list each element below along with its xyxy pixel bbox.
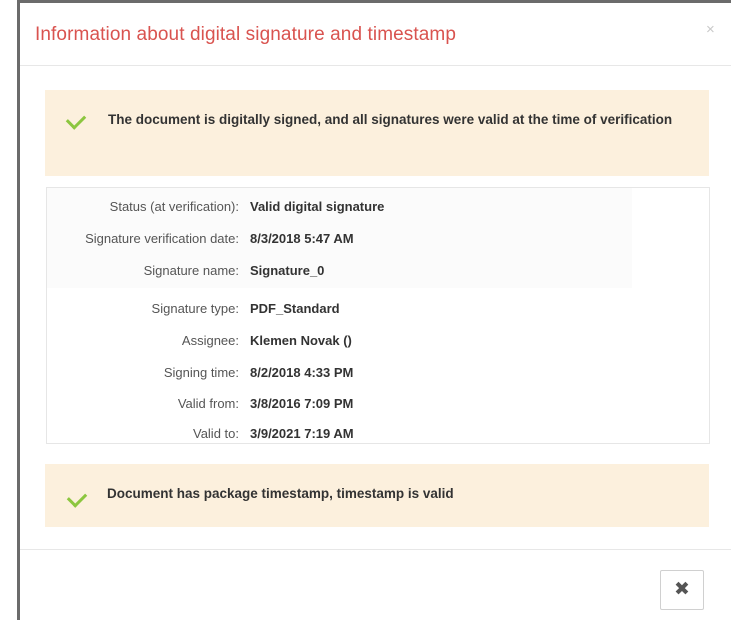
detail-label: Valid from:	[177, 396, 239, 411]
detail-label: Valid to:	[192, 426, 239, 441]
close-icon: ✖	[674, 579, 690, 600]
detail-row-valid-from: Valid from: 3/8/2016 7:09 PM	[47, 394, 707, 414]
page: Information about digital signature and …	[0, 0, 731, 620]
detail-row-signing-time: Signing time: 8/2/2018 4:33 PM	[47, 363, 707, 383]
detail-label: Signature verification date:	[85, 231, 239, 246]
detail-label: Assignee:	[181, 333, 239, 348]
detail-label: Signing time:	[163, 365, 239, 380]
detail-label: Signature name:	[143, 263, 239, 278]
detail-row-verification-date: Signature verification date: 8/3/2018 5:…	[47, 229, 707, 249]
detail-value: 8/3/2018 5:47 AM	[250, 231, 354, 246]
dialog-footer: ✖	[20, 549, 731, 620]
check-icon	[66, 487, 88, 508]
detail-value: Valid digital signature	[250, 199, 385, 214]
detail-label: Status (at verification):	[109, 199, 239, 214]
dialog-title: Information about digital signature and …	[35, 24, 457, 45]
header-close-button[interactable]: ×	[706, 21, 715, 38]
signature-info-dialog: Information about digital signature and …	[20, 3, 731, 620]
detail-row-valid-to: Valid to: 3/9/2021 7:19 AM	[47, 424, 707, 444]
detail-value: 3/9/2021 7:19 AM	[250, 426, 354, 441]
detail-row-assignee: Assignee: Klemen Novak ()	[47, 331, 707, 351]
detail-row-signature-type: Signature type: PDF_Standard	[47, 299, 707, 319]
detail-row-status: Status (at verification): Valid digital …	[47, 197, 707, 217]
timestamp-valid-message: Document has package timestamp, timestam…	[107, 486, 454, 501]
detail-value: 8/2/2018 4:33 PM	[250, 365, 354, 380]
dialog-header: Information about digital signature and …	[20, 3, 731, 66]
detail-row-signature-name: Signature name: Signature_0	[47, 261, 707, 281]
detail-value: Signature_0	[250, 263, 325, 278]
close-icon: ×	[706, 21, 715, 38]
timestamp-valid-alert: Document has package timestamp, timestam…	[45, 464, 709, 527]
signature-details-panel: Status (at verification): Valid digital …	[46, 187, 710, 444]
close-button[interactable]: ✖	[660, 570, 704, 610]
detail-value: 3/8/2016 7:09 PM	[250, 396, 354, 411]
detail-value: PDF_Standard	[250, 301, 340, 316]
detail-label: Signature type:	[151, 301, 239, 316]
detail-value: Klemen Novak ()	[250, 333, 352, 348]
signature-valid-message: The document is digitally signed, and al…	[108, 112, 673, 127]
check-icon	[65, 109, 87, 130]
signature-valid-alert: The document is digitally signed, and al…	[45, 90, 709, 176]
